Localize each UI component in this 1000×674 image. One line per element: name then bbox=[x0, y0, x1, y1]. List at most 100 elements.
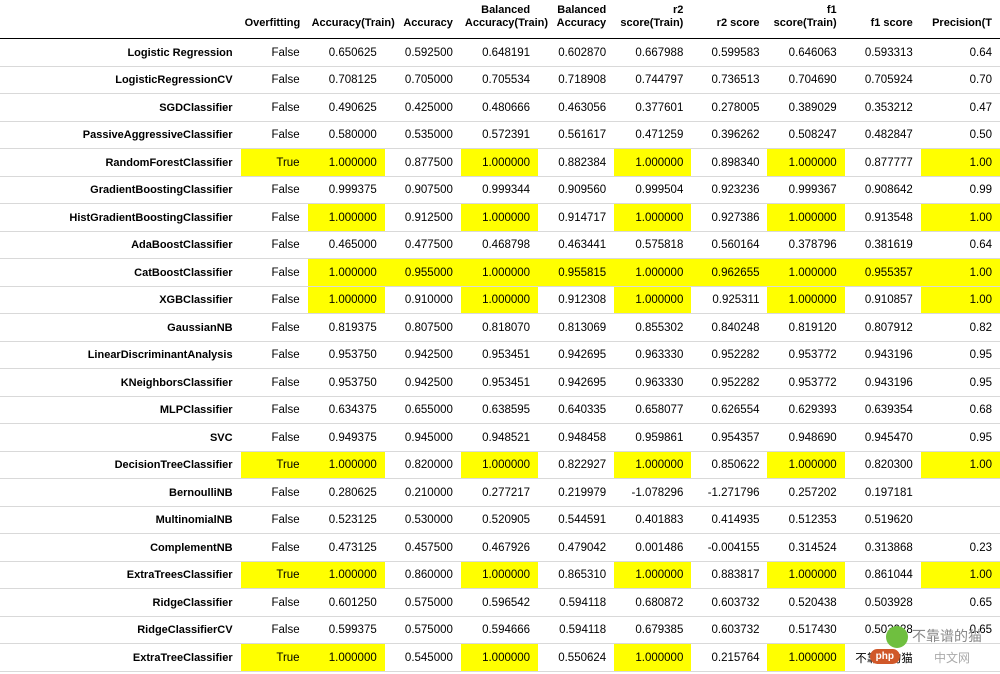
cell: 0.955357 bbox=[845, 259, 921, 287]
cell: 0.215764 bbox=[691, 644, 767, 672]
cell: 0.648191 bbox=[461, 39, 538, 67]
cell: 0.602870 bbox=[538, 39, 614, 67]
cell: 0.912500 bbox=[385, 204, 461, 232]
cell: -1.078296 bbox=[614, 479, 691, 507]
cell: 0.465000 bbox=[308, 231, 385, 259]
classifier-metrics-table-container: Overfitting Accuracy(Train) Accuracy Bal… bbox=[0, 0, 1000, 674]
cell: 0.65 bbox=[921, 589, 1000, 617]
cell: 0.580000 bbox=[308, 121, 385, 149]
table-row: KNeighborsClassifierFalse0.9537500.94250… bbox=[0, 369, 1000, 397]
cell: 0.898340 bbox=[691, 149, 767, 177]
cell: 0.818070 bbox=[461, 314, 538, 342]
cell: False bbox=[241, 369, 308, 397]
cell: 0.599583 bbox=[691, 39, 767, 67]
cell: 1.000000 bbox=[614, 451, 691, 479]
cell: 0.457500 bbox=[385, 534, 461, 562]
cell: 0.883817 bbox=[691, 561, 767, 589]
cell: 0.705000 bbox=[385, 66, 461, 94]
cell: 0.963330 bbox=[614, 341, 691, 369]
cell: 0.807912 bbox=[845, 314, 921, 342]
cell: 0.545000 bbox=[385, 644, 461, 672]
cell: 0.882384 bbox=[538, 149, 614, 177]
cell: False bbox=[241, 121, 308, 149]
table-row: RidgeClassifierCVFalse0.5993750.5750000.… bbox=[0, 616, 1000, 644]
cell: False bbox=[241, 94, 308, 122]
cell: 0.850622 bbox=[691, 451, 767, 479]
cell: 0.658077 bbox=[614, 396, 691, 424]
cell: 0.210000 bbox=[385, 479, 461, 507]
cell: 0.639354 bbox=[845, 396, 921, 424]
row-label: KNeighborsClassifier bbox=[0, 369, 241, 397]
cell: 0.953772 bbox=[767, 341, 844, 369]
cell: 0.575818 bbox=[614, 231, 691, 259]
cell: 0.401883 bbox=[614, 506, 691, 534]
table-row: BernoulliNBFalse0.2806250.2100000.277217… bbox=[0, 479, 1000, 507]
cell: 0.280625 bbox=[308, 479, 385, 507]
cell: 0.520905 bbox=[461, 506, 538, 534]
cell: 0.865310 bbox=[538, 561, 614, 589]
cell: 0.473125 bbox=[308, 534, 385, 562]
cell: 0.508247 bbox=[767, 121, 844, 149]
cell: 0.378796 bbox=[767, 231, 844, 259]
cell: 0.943196 bbox=[845, 369, 921, 397]
cell: 0.914717 bbox=[538, 204, 614, 232]
row-label: BernoulliNB bbox=[0, 479, 241, 507]
cell: 0.820300 bbox=[845, 451, 921, 479]
cell: 0.550624 bbox=[538, 644, 614, 672]
cell: 1.000000 bbox=[461, 644, 538, 672]
table-row: HistGradientBoostingClassifierFalse1.000… bbox=[0, 204, 1000, 232]
cell: 0.594118 bbox=[538, 616, 614, 644]
cell: 0.601250 bbox=[308, 589, 385, 617]
header-rowindex bbox=[0, 0, 241, 39]
cell: 0.963330 bbox=[614, 369, 691, 397]
row-label: DecisionTreeClassifier bbox=[0, 451, 241, 479]
cell: 0.925311 bbox=[691, 286, 767, 314]
cell: 1.000000 bbox=[767, 561, 844, 589]
cell: 0.655000 bbox=[385, 396, 461, 424]
cell: True bbox=[241, 561, 308, 589]
cell: 0.819120 bbox=[767, 314, 844, 342]
cell: 0.943196 bbox=[845, 341, 921, 369]
cell: 0.912308 bbox=[538, 286, 614, 314]
row-label: MultinomialNB bbox=[0, 506, 241, 534]
table-row: MultinomialNBFalse0.5231250.5300000.5209… bbox=[0, 506, 1000, 534]
cell: False bbox=[241, 66, 308, 94]
row-label: MLPClassifier bbox=[0, 396, 241, 424]
cell: 1.000000 bbox=[461, 204, 538, 232]
col-balacc: Balanced Accuracy bbox=[538, 0, 614, 39]
cell: 0.807500 bbox=[385, 314, 461, 342]
cell: 0.680872 bbox=[614, 589, 691, 617]
cell: False bbox=[241, 231, 308, 259]
cell: 0.948521 bbox=[461, 424, 538, 452]
cell: False bbox=[241, 589, 308, 617]
cell: 0.952282 bbox=[691, 341, 767, 369]
row-label: Logistic Regression bbox=[0, 39, 241, 67]
cell: -1.271796 bbox=[691, 479, 767, 507]
table-row: ExtraTreeClassifierTrue1.0000000.5450001… bbox=[0, 644, 1000, 672]
cell: 0.257202 bbox=[767, 479, 844, 507]
cell: 0.520438 bbox=[767, 589, 844, 617]
cell: 0.942695 bbox=[538, 369, 614, 397]
cell: 0.463056 bbox=[538, 94, 614, 122]
cell: 1.000000 bbox=[767, 149, 844, 177]
header-row: Overfitting Accuracy(Train) Accuracy Bal… bbox=[0, 0, 1000, 39]
cell: 0.840248 bbox=[691, 314, 767, 342]
cell: 0.640335 bbox=[538, 396, 614, 424]
table-row: SVCFalse0.9493750.9450000.9485210.948458… bbox=[0, 424, 1000, 452]
cell: 0.575000 bbox=[385, 589, 461, 617]
cell: 0.277217 bbox=[461, 479, 538, 507]
col-f1-train: f1 score(Train) bbox=[767, 0, 844, 39]
cell: 0.95 bbox=[921, 424, 1000, 452]
cell: 0.512353 bbox=[767, 506, 844, 534]
cell bbox=[921, 479, 1000, 507]
cell: 1.000000 bbox=[308, 149, 385, 177]
cell: 0.95 bbox=[921, 369, 1000, 397]
cell: 1.000000 bbox=[308, 451, 385, 479]
cell: 0.679385 bbox=[614, 616, 691, 644]
cell: 1.00 bbox=[921, 259, 1000, 287]
cell: 0.599375 bbox=[308, 616, 385, 644]
cell: 0.634375 bbox=[308, 396, 385, 424]
cell: 0.561617 bbox=[538, 121, 614, 149]
cell: 1.000000 bbox=[308, 259, 385, 287]
cell: 0.467926 bbox=[461, 534, 538, 562]
